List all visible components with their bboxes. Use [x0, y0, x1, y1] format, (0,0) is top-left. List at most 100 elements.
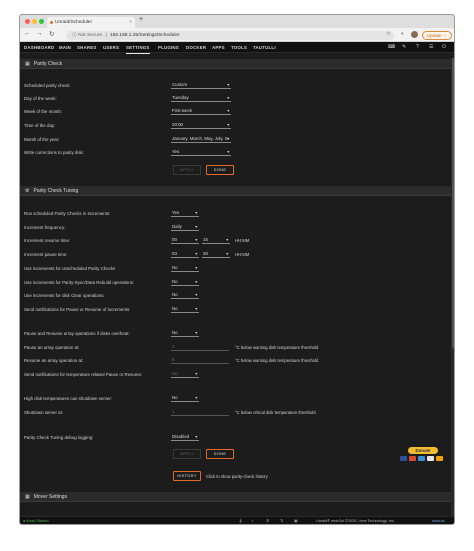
resume-minutes-select[interactable]: 15 ▼ [202, 237, 230, 244]
week-of-month-select[interactable]: First week ▼ [171, 108, 231, 115]
parity-sync-select[interactable]: No ▼ [171, 279, 199, 286]
chevron-down-icon: ▼ [194, 372, 198, 376]
unraid-favicon-icon [50, 21, 53, 24]
notifications-icon[interactable]: ☰ [429, 42, 433, 53]
forward-icon[interactable]: → [36, 30, 43, 37]
notify-increments-select[interactable]: No ▼ [171, 306, 199, 313]
discover-card-icon [427, 456, 434, 461]
tab-title: Unraid/Scheduler [55, 20, 93, 25]
increments-label: Run scheduled Parity Checks in Increment… [24, 211, 111, 216]
tuning-done-button[interactable]: DONE [206, 449, 234, 459]
resume-at-input[interactable]: 6 [171, 357, 229, 364]
cpu-icon: ▣ [294, 518, 298, 523]
minimize-window-icon[interactable] [32, 19, 37, 24]
shutdown-at-input[interactable]: 1 [171, 409, 229, 416]
tuning-header: ⚙ Parity Check Tuning [20, 186, 454, 196]
nav-main[interactable]: MAIN [59, 42, 71, 53]
profile-avatar[interactable] [411, 31, 418, 38]
new-tab-button[interactable]: + [139, 16, 143, 23]
browser-tab[interactable]: Unraid/Scheduler × [47, 17, 135, 28]
day-of-week-select[interactable]: Tuesday ▼ [171, 95, 231, 102]
parity-done-button[interactable]: DONE [206, 165, 234, 175]
write-corrections-select[interactable]: Yes ▼ [171, 149, 231, 156]
logout-icon[interactable]: ⏻ [442, 42, 446, 53]
chevron-down-icon: ▼ [194, 266, 198, 270]
tuning-apply-button[interactable]: APPLY [173, 449, 201, 459]
tab-close-icon[interactable]: × [129, 17, 132, 28]
chevron-down-icon: ▼ [226, 123, 230, 127]
temp-notify-value: No [172, 371, 178, 376]
nav-dashboard[interactable]: DASHBOARD [24, 42, 54, 53]
array-status: ● Array Started [23, 519, 49, 523]
extension-icon[interactable]: ◐ [401, 31, 404, 37]
update-menu-icon: ⋮ [442, 32, 448, 38]
pause-hours-value: 03 [172, 251, 177, 256]
pause-hours-select[interactable]: 03 ▼ [171, 251, 199, 258]
nav-shares[interactable]: SHARES [77, 42, 97, 53]
nav-tautulli[interactable]: TAUTULLI [253, 42, 276, 53]
scheduled-parity-select[interactable]: Custom ▼ [171, 82, 231, 89]
bookmark-star-icon[interactable]: ☆ [386, 31, 391, 37]
resume-time-unit: HH:MM [235, 238, 250, 243]
history-button[interactable]: HISTORY [173, 471, 201, 481]
nav-apps[interactable]: APPS [212, 42, 225, 53]
disk-clear-select[interactable]: No ▼ [171, 292, 199, 299]
chevron-down-icon: ▼ [225, 252, 229, 256]
overheat-label: Pause and Resume array operations if dis… [24, 331, 130, 336]
month-of-year-select[interactable]: January, March, May, July, S ▼ [171, 136, 231, 143]
shutdown-select[interactable]: No ▼ [171, 395, 199, 402]
close-window-icon[interactable] [25, 19, 30, 24]
help-icon[interactable]: ? [416, 42, 419, 53]
nav-settings[interactable]: SETTINGS [126, 42, 150, 54]
chevron-down-icon: ▼ [194, 307, 198, 311]
reload-icon[interactable]: ↻ [49, 30, 54, 38]
nav-docker[interactable]: DOCKER [186, 42, 206, 53]
pause-minutes-value: 30 [203, 251, 208, 256]
manual-link[interactable]: manual [432, 517, 444, 524]
resume-hours-select[interactable]: 00 ▼ [171, 237, 199, 244]
resume-at-label: Resume an array operation at: [24, 358, 84, 363]
debug-select[interactable]: Disabled ▼ [171, 434, 199, 441]
chevron-down-icon: ▼ [226, 96, 230, 100]
copyright-text: Unraid® webGui ©2020, Lime Technology, I… [316, 519, 395, 523]
chevron-down-icon: ▼ [194, 238, 198, 242]
network-icon: ⇅ [280, 518, 284, 523]
frequency-select[interactable]: Daily ▼ [171, 224, 199, 231]
calendar-icon: ▦ [25, 61, 30, 67]
feedback-icon[interactable]: ✎ [402, 42, 406, 53]
frequency-label: Increment frequency: [24, 225, 66, 230]
increments-value: Yes [172, 210, 180, 215]
terminal-icon[interactable]: ⌨ [388, 42, 395, 53]
nav-tools[interactable]: TOOLS [231, 42, 247, 53]
donate-button[interactable]: Donate [408, 447, 438, 454]
increments-select[interactable]: Yes ▼ [171, 210, 199, 217]
pause-at-input[interactable]: 3 [171, 344, 229, 351]
shutdown-at-label: Shutdown server at: [24, 410, 64, 415]
zoom-window-icon[interactable] [39, 19, 44, 24]
pause-minutes-select[interactable]: 30 ▼ [202, 251, 230, 258]
write-corrections-value: Yes [172, 149, 180, 154]
chevron-down-icon: ▼ [194, 211, 198, 215]
pause-time-label: Increment pause time: [24, 252, 68, 257]
update-button[interactable]: Update ⋮ [422, 30, 452, 40]
chevron-down-icon: ▼ [194, 252, 198, 256]
debug-value: Disabled [172, 434, 190, 439]
scrollbar-thumb[interactable] [451, 58, 454, 348]
address-bar[interactable]: ⓘ Not Secure | 192.168.1.25/Settings/Sch… [66, 30, 394, 40]
time-of-day-select[interactable]: 20:00 ▼ [171, 122, 231, 129]
parity-apply-button[interactable]: APPLY [173, 165, 201, 175]
scrollbar[interactable] [451, 58, 454, 520]
mover-header: ▦ Mover Settings [20, 492, 454, 502]
nav-plugins[interactable]: PLUGINS [158, 42, 179, 53]
nav-users[interactable]: USERS [103, 42, 119, 53]
back-icon[interactable]: ← [24, 30, 31, 37]
disk-icon: ▪ [252, 518, 254, 523]
month-of-year-label: Month of the year: [24, 137, 60, 142]
unscheduled-value: No [172, 265, 178, 270]
overheat-select[interactable]: No ▼ [171, 330, 199, 337]
frequency-value: Daily [172, 224, 182, 229]
unscheduled-select[interactable]: No ▼ [171, 265, 199, 272]
pause-at-label: Pause an array operation at: [24, 345, 80, 350]
temp-notify-select[interactable]: No ▼ [171, 371, 199, 378]
chevron-down-icon: ▼ [194, 331, 198, 335]
